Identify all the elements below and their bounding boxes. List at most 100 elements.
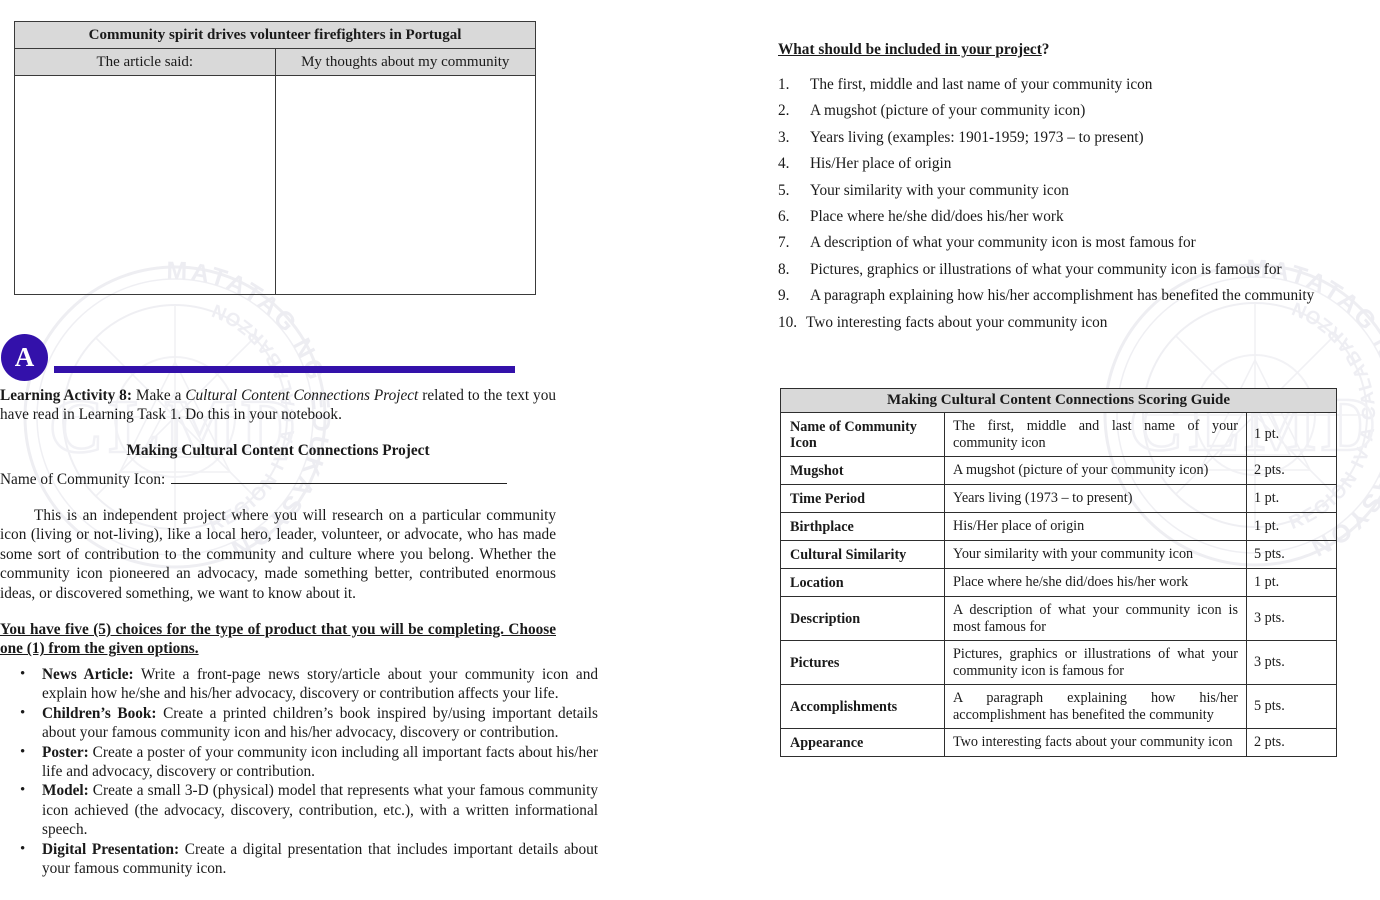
criterion-cell: Pictures <box>780 640 945 685</box>
learning-activity-text-before: Make a <box>131 387 186 404</box>
list-item-text: A description of what your community ico… <box>810 234 1196 252</box>
list-item-text: A mugshot (picture of your community ico… <box>810 102 1086 120</box>
table-row: Appearance Two interesting facts about y… <box>780 728 1338 757</box>
table-row: Location Place where he/she did/does his… <box>780 568 1338 597</box>
choice-label: Poster: <box>42 743 89 761</box>
list-item: 9. A paragraph explaining how his/her acc… <box>778 286 1334 305</box>
choice-text: Create a poster of your community icon i… <box>42 743 598 781</box>
learning-activity-label: Learning Activity 8: <box>0 387 132 404</box>
list-item: 7. A description of what your community i… <box>778 233 1334 252</box>
criterion-cell: Location <box>780 568 945 597</box>
list-item: 3. Years living (examples: 1901-1959; 197… <box>778 128 1334 147</box>
list-item-number: 5. <box>778 181 790 199</box>
description-cell: The first, middle and last name of your … <box>944 412 1247 457</box>
description-cell: A paragraph explaining how his/her accom… <box>944 684 1247 729</box>
list-item: 2. A mugshot (picture of your community i… <box>778 101 1334 120</box>
list-item: 1. The first, middle and last name of you… <box>778 75 1334 94</box>
included-items-list: 1. The first, middle and last name of you… <box>778 75 1334 339</box>
table-row: Birthplace His/Her place of origin 1 pt. <box>780 512 1338 541</box>
description-cell: Years living (1973 – to present) <box>944 484 1247 513</box>
choice-text: Create a small 3-D (physical) model that… <box>42 782 598 839</box>
choice-label: Digital Presentation: <box>42 840 180 858</box>
project-title: Making Cultural Content Connections Proj… <box>126 442 430 459</box>
article-table-title: Community spirit drives volunteer firefi… <box>14 21 536 49</box>
description-cell: Your similarity with your community icon <box>944 540 1247 569</box>
list-item-number: 8. <box>778 260 790 278</box>
list-item: 4. His/Her place of origin <box>778 154 1334 173</box>
description-cell: Place where he/she did/does his/her work <box>944 568 1247 597</box>
activity-badge-row: A <box>0 334 570 382</box>
list-item-number: 9. <box>778 287 790 305</box>
list-item: Model: Create a small 3-D (physical) mod… <box>20 781 598 839</box>
criterion-cell: Name of Community Icon <box>780 412 945 457</box>
list-item: 8. Pictures, graphics or illustrations of… <box>778 260 1334 279</box>
scoring-guide-table: Making Cultural Content Connections Scor… <box>779 388 1338 757</box>
criterion-cell: Appearance <box>780 728 945 757</box>
list-item-number: 10. <box>778 313 798 331</box>
choice-label: News Article: <box>42 666 134 683</box>
list-item-text: His/Her place of origin <box>810 155 952 173</box>
article-table-col1-answer-area[interactable] <box>14 75 276 295</box>
points-cell: 1 pt. <box>1245 484 1338 513</box>
table-row: Time Period Years living (1973 – to pres… <box>780 484 1338 513</box>
list-item-text: Years living (examples: 1901-1959; 1973 … <box>810 128 1144 146</box>
article-table-col2-answer-area[interactable] <box>274 75 536 295</box>
name-of-community-icon-field: Name of Community Icon: <box>0 470 556 489</box>
points-cell: 5 pts. <box>1245 540 1338 569</box>
description-cell: A description of what your community ico… <box>944 596 1247 641</box>
scoring-guide-title: Making Cultural Content Connections Scor… <box>779 388 1338 413</box>
table-row: Cultural Similarity Your similarity with… <box>780 540 1338 569</box>
choice-label: Children’s Book: <box>42 704 157 722</box>
list-item-number: 2. <box>778 102 790 120</box>
list-item-text: Pictures, graphics or illustrations of w… <box>810 260 1282 278</box>
list-item: Poster: Create a poster of your communit… <box>20 743 598 782</box>
table-row: Accomplishments A paragraph explaining h… <box>780 684 1338 729</box>
choices-heading: You have five (5) choices for the type o… <box>0 621 556 658</box>
points-cell: 5 pts. <box>1245 684 1338 729</box>
activity-letter-badge: A <box>1 334 48 381</box>
list-item-number: 6. <box>778 208 790 226</box>
points-cell: 1 pt. <box>1245 412 1338 457</box>
left-page-column: Community spirit drives volunteer firefi… <box>0 0 598 900</box>
table-row: Pictures Pictures, graphics or illustrat… <box>780 640 1338 685</box>
list-item-number: 7. <box>778 234 790 252</box>
points-cell: 2 pts. <box>1245 456 1338 485</box>
included-in-project-heading: What should be included in your project? <box>778 41 1049 59</box>
list-item: 5. Your similarity with your community ic… <box>778 181 1334 200</box>
points-cell: 1 pt. <box>1245 512 1338 541</box>
description-cell: Pictures, graphics or illustrations of w… <box>944 640 1247 685</box>
product-choice-list: News Article: Write a front-page news st… <box>0 665 598 878</box>
criterion-cell: Birthplace <box>780 512 945 541</box>
activity-accent-bar <box>54 366 515 373</box>
criterion-cell: Accomplishments <box>780 684 945 729</box>
name-field-input[interactable] <box>171 470 508 484</box>
list-item-text: A paragraph explaining how his/her accom… <box>810 287 1315 305</box>
learning-activity-italic-title: Cultural Content Connections Project <box>185 387 419 404</box>
description-cell: A mugshot (picture of your community ico… <box>944 456 1247 485</box>
list-item-number: 3. <box>778 128 790 146</box>
included-heading-underlined: What should be included in your project <box>778 41 1042 58</box>
article-table-col2-header: My thoughts about my community <box>274 48 536 76</box>
list-item: News Article: Write a front-page news st… <box>20 665 598 704</box>
right-page-column: What should be included in your project?… <box>778 0 1378 900</box>
criterion-cell: Mugshot <box>780 456 945 485</box>
list-item-text: Two interesting facts about your communi… <box>806 313 1108 331</box>
list-item: Digital Presentation: Create a digital p… <box>20 840 598 879</box>
list-item-number: 4. <box>778 155 790 173</box>
list-item: Children’s Book: Create a printed childr… <box>20 704 598 743</box>
points-cell: 3 pts. <box>1245 640 1338 685</box>
table-row: Description A description of what your c… <box>780 596 1338 641</box>
description-cell: His/Her place of origin <box>944 512 1247 541</box>
list-item-text: Place where he/she did/does his/her work <box>810 208 1064 226</box>
table-row: Name of Community Icon The first, middle… <box>780 412 1338 457</box>
table-row: Mugshot A mugshot (picture of your commu… <box>780 456 1338 485</box>
article-table-col1-header: The article said: <box>14 48 276 76</box>
choice-label: Model: <box>42 782 89 800</box>
list-item-number: 1. <box>778 76 790 93</box>
article-reflection-table: Community spirit drives volunteer firefi… <box>14 21 536 295</box>
list-item: 6. Place where he/she did/does his/her wo… <box>778 207 1334 226</box>
points-cell: 1 pt. <box>1245 568 1338 597</box>
project-description-paragraph: This is an independent project where you… <box>0 507 556 602</box>
learning-activity-intro: Learning Activity 8: Make a Cultural Con… <box>0 386 556 424</box>
points-cell: 2 pts. <box>1245 728 1338 757</box>
